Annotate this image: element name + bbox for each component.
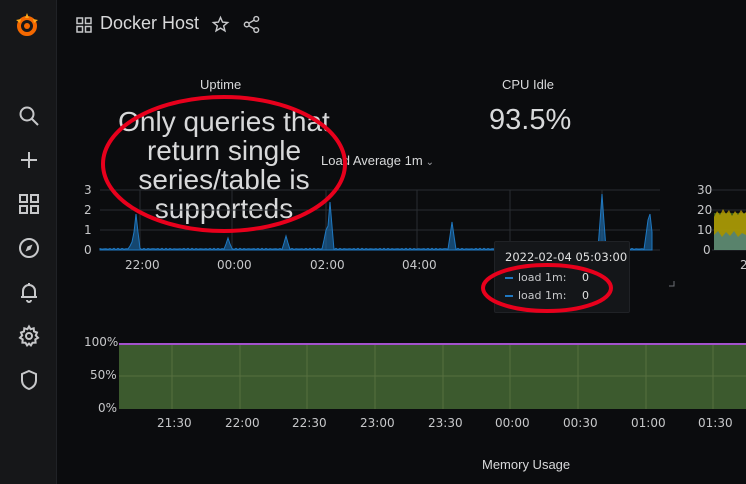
- tooltip-series-value: 0: [582, 271, 589, 284]
- share-icon[interactable]: [242, 15, 261, 34]
- uptime-panel-title[interactable]: Uptime: [200, 77, 241, 92]
- load-average-panel-title[interactable]: Load Average 1m ⌄: [321, 153, 434, 168]
- dashboard-title[interactable]: Docker Host: [100, 13, 199, 34]
- resize-handle-icon[interactable]: [668, 280, 676, 288]
- load-y-tick: 2: [84, 203, 92, 217]
- tooltip-time: 2022-02-04 05:03:00: [505, 250, 628, 264]
- series-swatch: [505, 277, 513, 279]
- tooltip-row: load 1m: 0: [505, 289, 589, 302]
- chevron-down-icon[interactable]: ⌄: [426, 157, 434, 168]
- mini-y-tick: 10: [697, 223, 713, 237]
- tooltip-series-label: load 1m:: [518, 271, 567, 284]
- dashboard-header: Docker Host: [58, 0, 746, 50]
- load-x-tick: 04:00: [402, 258, 437, 272]
- mini-x-tick: 2: [740, 258, 746, 272]
- load-x-tick: 22:00: [125, 258, 160, 272]
- percent-x-tick: 22:00: [225, 416, 260, 430]
- mini-y-tick: 20: [697, 203, 713, 217]
- percent-x-tick: 01:30: [698, 416, 733, 430]
- load-x-tick: 00:00: [217, 258, 252, 272]
- memory-usage-panel-title[interactable]: Memory Usage: [482, 457, 570, 472]
- load-x-tick: 02:00: [310, 258, 345, 272]
- percent-x-tick: 22:30: [292, 416, 327, 430]
- cpu-idle-value: 93.5%: [489, 104, 572, 136]
- tooltip-row: load 1m: 0: [505, 271, 589, 284]
- dashboards-icon[interactable]: [17, 192, 41, 216]
- series-swatch: [505, 295, 513, 297]
- percent-x-tick: 23:30: [428, 416, 463, 430]
- mini-y-tick: 30: [697, 183, 713, 197]
- percent-y-tick: 50%: [90, 368, 117, 382]
- percent-y-tick: 100%: [84, 335, 119, 349]
- plus-icon[interactable]: [17, 148, 41, 172]
- star-icon[interactable]: [211, 15, 230, 34]
- percent-x-tick: 21:30: [157, 416, 192, 430]
- bell-icon[interactable]: [17, 280, 41, 304]
- load-average-title-text: Load Average 1m: [321, 153, 423, 168]
- load-y-tick: 3: [84, 183, 92, 197]
- percent-x-tick: 00:30: [563, 416, 598, 430]
- cpu-idle-panel-title[interactable]: CPU Idle: [502, 77, 554, 92]
- sidebar: [0, 0, 57, 484]
- load-y-tick: 0: [84, 243, 92, 257]
- tooltip-series-label: load 1m:: [518, 289, 567, 302]
- explore-icon[interactable]: [17, 236, 41, 260]
- tooltip-series-value: 0: [582, 289, 589, 302]
- percent-x-tick: 23:00: [360, 416, 395, 430]
- mini-y-tick: 0: [703, 243, 711, 257]
- load-y-tick: 1: [84, 223, 92, 237]
- gear-icon[interactable]: [17, 324, 41, 348]
- percent-x-tick: 01:00: [631, 416, 666, 430]
- percent-y-tick: 0%: [98, 401, 118, 415]
- percent-x-tick: 00:00: [495, 416, 530, 430]
- dashboard-grid-icon: [76, 17, 92, 33]
- right-mini-graph[interactable]: [712, 185, 746, 255]
- grafana-logo-icon[interactable]: [12, 10, 42, 40]
- graph-tooltip: 2022-02-04 05:03:00 load 1m: 0 load 1m: 0: [494, 241, 630, 313]
- shield-icon[interactable]: [17, 368, 41, 392]
- percent-graph[interactable]: [115, 336, 746, 414]
- search-icon[interactable]: [17, 104, 41, 128]
